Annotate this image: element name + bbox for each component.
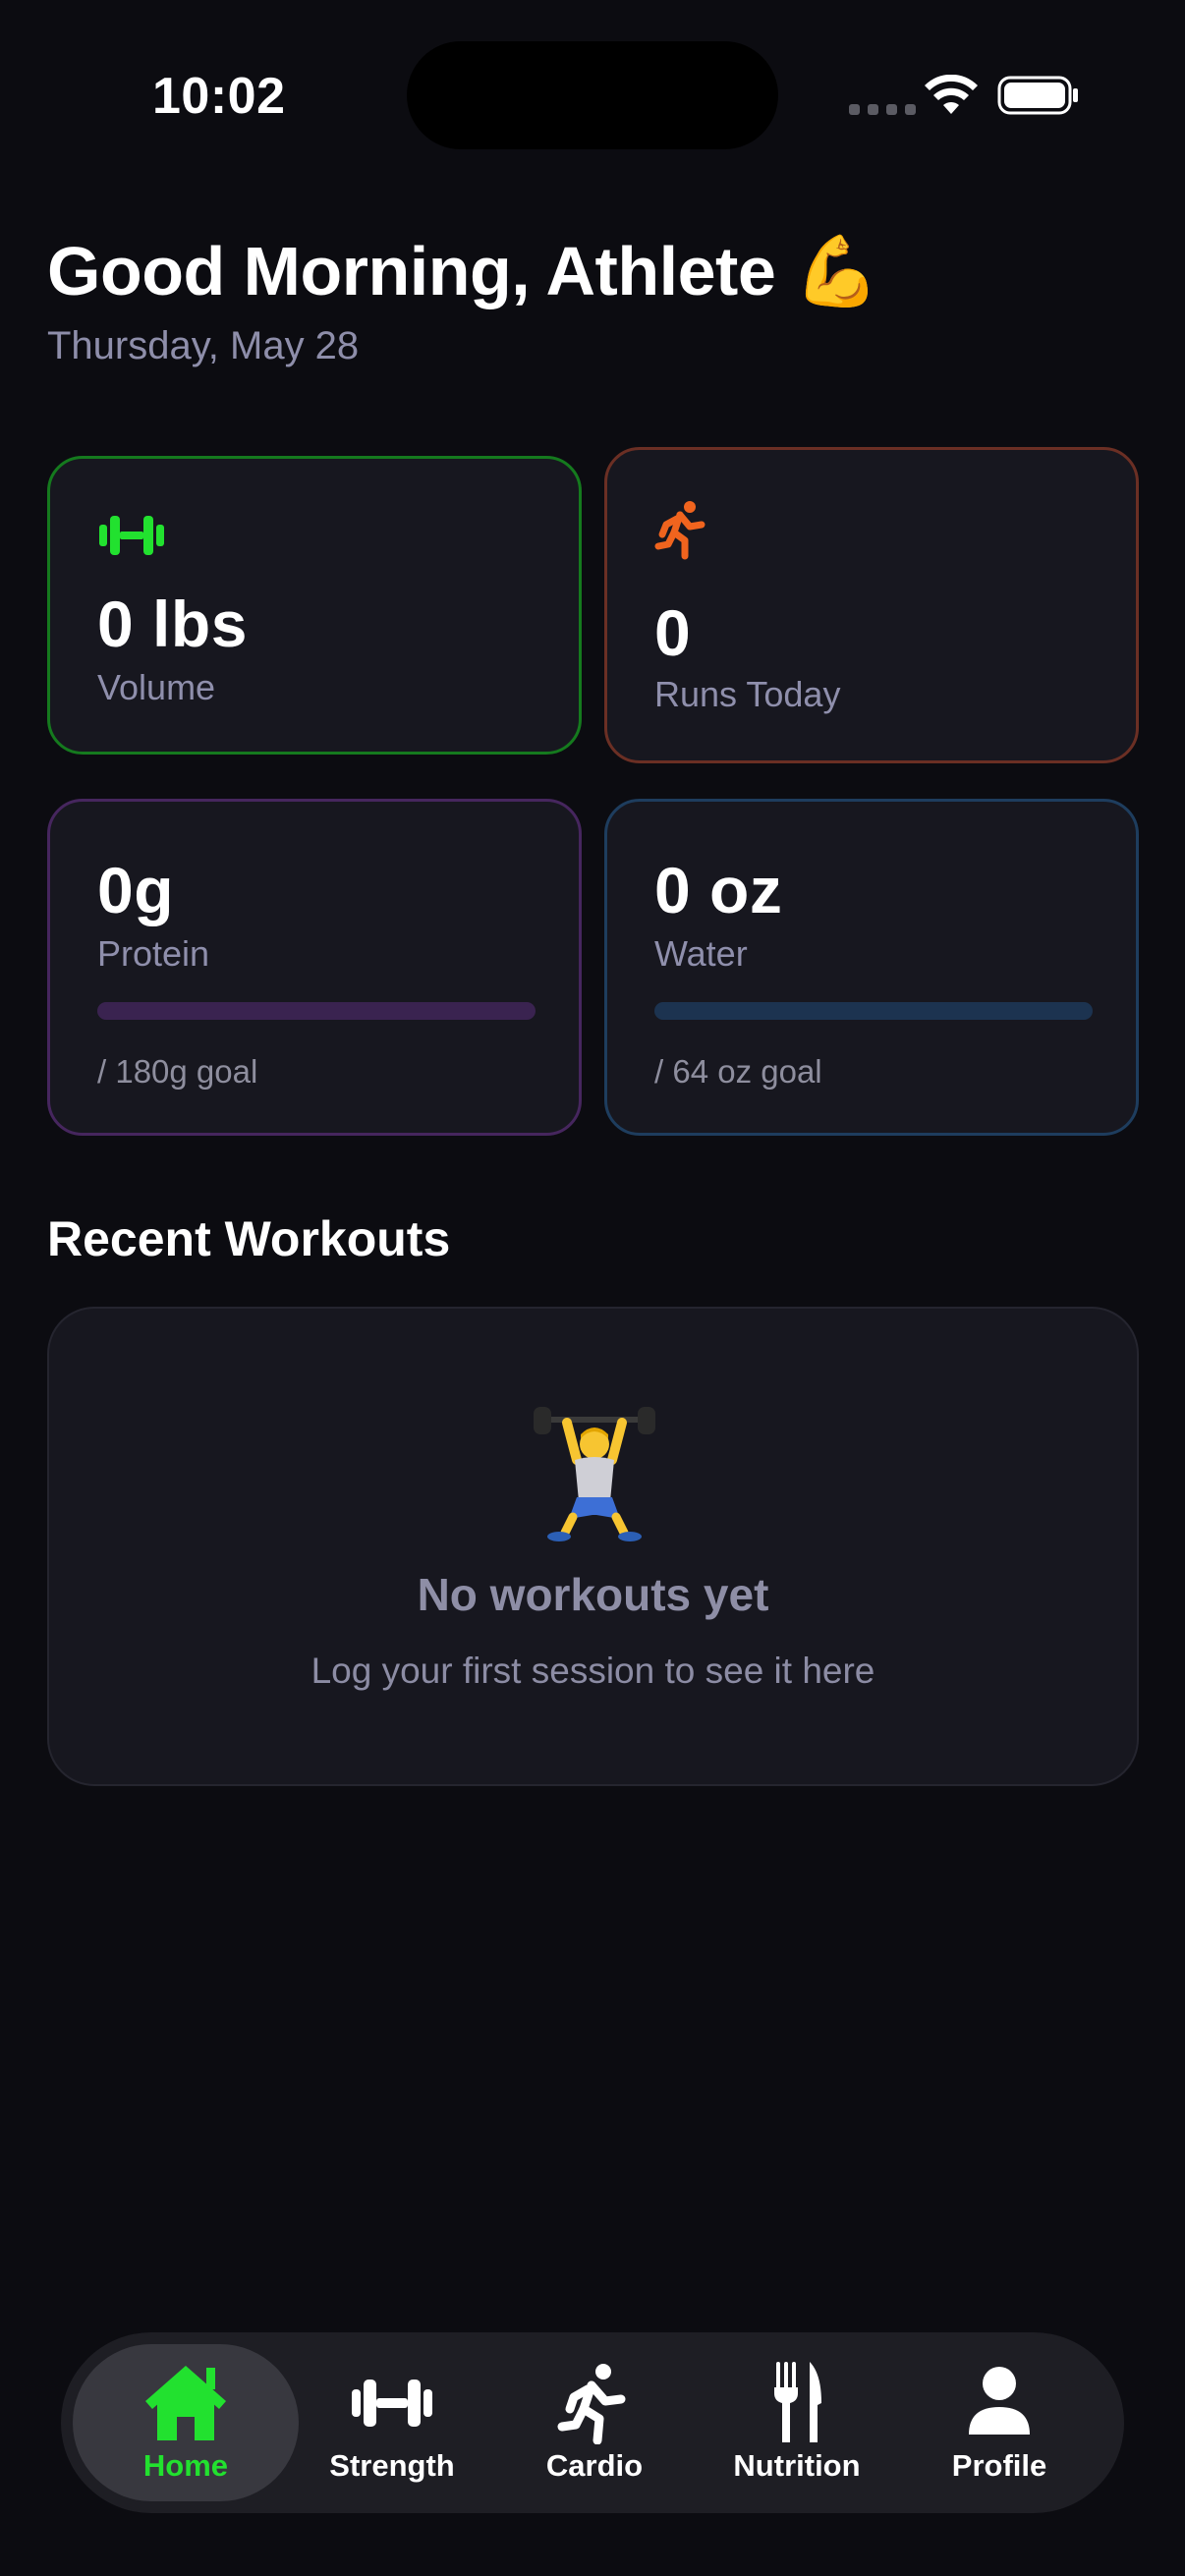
volume-value: 0 lbs [97,588,248,660]
tab-strength-label: Strength [329,2448,455,2483]
greeting-text: Good Morning, Athlete [47,233,776,309]
bottom-tab-bar: Home Strength Cardio Nutrition Profile [61,2332,1124,2513]
runs-label: Runs Today [654,674,841,714]
volume-label: Volume [97,667,216,707]
runs-card[interactable]: 0 Runs Today [604,447,1139,763]
tab-nutrition[interactable]: Nutrition [684,2344,910,2501]
empty-state-subtitle: Log your first session to see it here [310,1651,875,1691]
water-card[interactable]: 0 oz Water / 64 oz goal [604,799,1139,1136]
protein-goal: / 180g goal [97,1053,258,1090]
water-value: 0 oz [654,854,783,926]
dumbbell-icon [99,516,164,555]
tab-cardio[interactable]: Cardio [481,2344,707,2501]
fork-knife-icon [774,2362,821,2442]
weightlifter-icon [534,1407,655,1541]
runner-icon [557,2364,626,2444]
status-bar-time: 10:02 [152,68,286,125]
water-goal: / 64 oz goal [654,1053,822,1090]
recent-workouts-empty-state: No workouts yet Log your first session t… [47,1307,1139,1786]
water-progress-bar [654,1002,1093,1020]
tab-home-label: Home [142,2448,229,2483]
tab-cardio-label: Cardio [545,2448,644,2483]
greeting-title: Good Morning, Athlete 💪 [47,232,879,312]
flexed-biceps-emoji: 💪 [794,233,879,309]
runs-value: 0 [654,596,692,669]
wifi-icon [925,75,978,114]
tab-profile[interactable]: Profile [886,2344,1112,2501]
dynamic-island [407,41,778,149]
battery-icon [997,76,1078,115]
recent-workouts-title: Recent Workouts [47,1211,451,1266]
empty-state-title: No workouts yet [417,1569,769,1620]
water-label: Water [654,933,748,974]
cellular-signal-icon [849,104,916,115]
person-icon [969,2367,1030,2435]
tab-strength[interactable]: Strength [279,2344,505,2501]
tab-profile-label: Profile [951,2448,1047,2483]
current-date: Thursday, May 28 [47,324,360,367]
tab-nutrition-label: Nutrition [733,2448,861,2483]
protein-progress-bar [97,1002,536,1020]
protein-label: Protein [97,933,210,974]
runner-icon [654,501,705,560]
protein-value: 0g [97,854,175,926]
volume-card[interactable]: 0 lbs Volume [47,456,582,755]
tab-home[interactable]: Home [73,2344,299,2501]
protein-card[interactable]: 0g Protein / 180g goal [47,799,582,1136]
dumbbell-icon [352,2380,432,2427]
home-icon [145,2366,226,2440]
